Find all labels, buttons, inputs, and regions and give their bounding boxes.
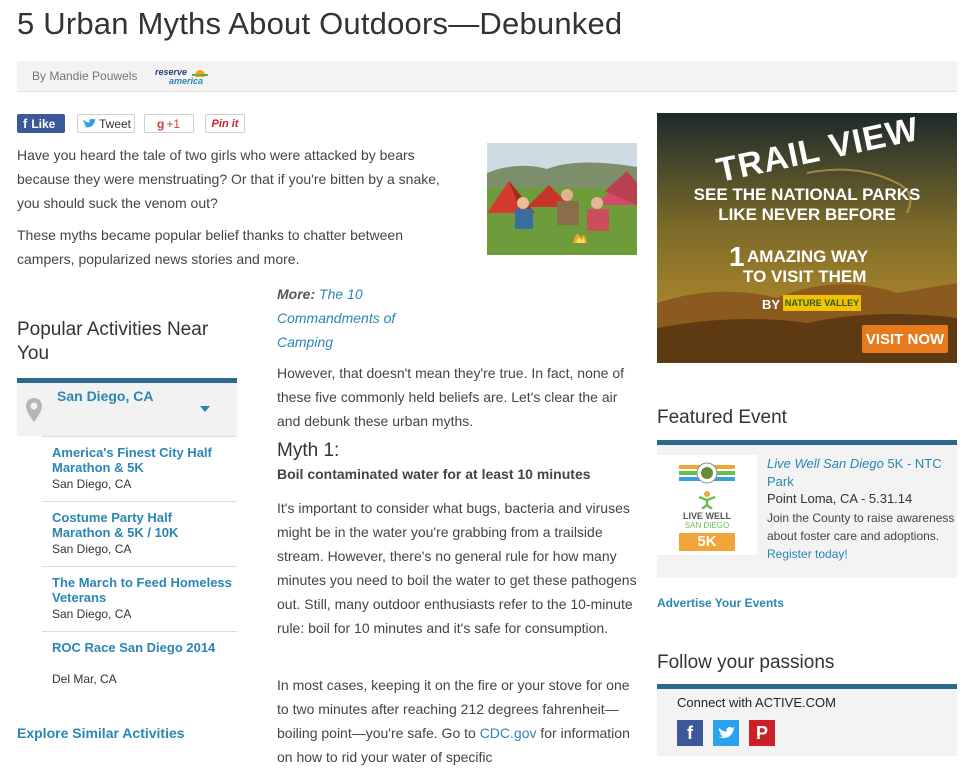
trail-view-ad[interactable]: TRAIL VIEW SEE THE NATIONAL PARKS LIKE N… xyxy=(657,113,957,363)
pinterest-icon[interactable]: P xyxy=(749,720,775,746)
facebook-like-button[interactable]: f Like xyxy=(17,114,65,133)
activity-name[interactable]: Costume Party Half Marathon & 5K / 10K xyxy=(52,510,232,540)
myth-1-heading: Myth 1: xyxy=(277,440,340,461)
featured-event-name[interactable]: Live Well San Diego 5K - NTC Park xyxy=(767,455,955,491)
nature-valley-logo: NATURE VALLEY xyxy=(783,295,861,311)
byline: By Mandie Pouwels xyxy=(32,69,138,83)
camping-photo xyxy=(487,143,637,255)
featured-event-description: Join the County to raise awareness about… xyxy=(767,509,955,563)
pin-label: Pin it xyxy=(211,117,239,130)
event-name-italic[interactable]: Live Well San Diego xyxy=(767,456,884,471)
activity-item[interactable]: The March to Feed Homeless Veterans San … xyxy=(42,566,237,631)
activity-list: America's Finest City Half Marathon & 5K… xyxy=(42,436,237,696)
activity-name[interactable]: ROC Race San Diego 2014 xyxy=(52,640,232,655)
logo-line-3: 5K xyxy=(679,533,735,551)
register-link[interactable]: Register today! xyxy=(767,547,848,561)
myth-1-subheading: Boil contaminated water for at least 10 … xyxy=(277,466,591,482)
activity-item[interactable]: America's Finest City Half Marathon & 5K… xyxy=(42,436,237,501)
explore-similar-link[interactable]: Explore Similar Activities xyxy=(17,725,185,741)
live-well-logo[interactable]: LIVE WELL SAN DIEGO 5K xyxy=(657,455,757,555)
chevron-down-icon[interactable] xyxy=(199,405,211,413)
logo-line-1: LIVE WELL xyxy=(683,511,731,521)
map-pin-icon xyxy=(26,398,42,422)
live-well-stripes xyxy=(679,462,735,484)
connect-label: Connect with ACTIVE.COM xyxy=(677,695,836,710)
visit-now-button[interactable]: VISIT NOW xyxy=(862,325,948,353)
intro-paragraph-1: Have you heard the tale of two girls who… xyxy=(17,147,440,211)
google-plus-icon: g xyxy=(157,116,165,131)
byline-bar: By Mandie Pouwels reserve america xyxy=(17,61,957,92)
activity-place: San Diego, CA xyxy=(52,542,132,556)
featured-event-title: Featured Event xyxy=(657,407,787,428)
logo-text-bottom: america xyxy=(169,76,204,86)
tweet-button[interactable]: Tweet xyxy=(77,114,135,133)
follow-title: Follow your passions xyxy=(657,652,835,673)
popular-activities-title: Popular Activities Near You xyxy=(17,319,209,364)
body-paragraph-5: In most cases, keeping it on the fire or… xyxy=(277,673,637,769)
gplus-label: +1 xyxy=(166,116,181,131)
google-plus-button[interactable]: g +1 xyxy=(144,114,194,133)
more-callout: More: The 10 Commandments of Camping xyxy=(277,282,427,354)
cdc-link[interactable]: CDC.gov xyxy=(480,725,537,741)
event-desc-text: Join the County to raise awareness about… xyxy=(767,511,955,543)
body-paragraph-3: However, that doesn't mean they're true.… xyxy=(277,365,624,429)
featured-event-meta: Point Loma, CA - 5.31.14 xyxy=(767,491,913,506)
advertise-events-link[interactable]: Advertise Your Events xyxy=(657,596,784,610)
logo-line-2: SAN DIEGO xyxy=(684,521,730,530)
location-selector[interactable]: San Diego, CA xyxy=(17,383,237,436)
activity-place: San Diego, CA xyxy=(52,477,132,491)
activity-place: Del Mar, CA xyxy=(52,672,117,686)
figure-icon xyxy=(698,491,716,509)
ad-line-2: LIKE NEVER BEFORE xyxy=(718,205,896,224)
sun-icon xyxy=(192,70,208,77)
more-label: More: xyxy=(277,286,316,302)
activity-name[interactable]: America's Finest City Half Marathon & 5K xyxy=(52,445,232,475)
ad-by: BY xyxy=(762,297,781,312)
page-title: 5 Urban Myths About Outdoors—Debunked xyxy=(17,6,623,41)
ad-line-3: AMAZING WAY xyxy=(747,247,869,266)
activity-item[interactable]: Costume Party Half Marathon & 5K / 10K S… xyxy=(42,501,237,566)
ad-line-1: SEE THE NATIONAL PARKS xyxy=(693,185,921,204)
pinterest-button[interactable]: Pin it xyxy=(205,114,245,133)
activity-name[interactable]: The March to Feed Homeless Veterans xyxy=(52,575,232,605)
activity-item[interactable]: ROC Race San Diego 2014 Del Mar, CA xyxy=(42,631,237,696)
reserve-america-logo[interactable]: reserve america xyxy=(155,65,211,87)
intro-paragraph-2: These myths became popular belief thanks… xyxy=(17,227,403,267)
tweet-label: Tweet xyxy=(99,116,132,131)
location-value: San Diego, CA xyxy=(57,388,154,404)
body-paragraph-4: It's important to consider what bugs, ba… xyxy=(277,500,637,636)
twitter-bird-icon xyxy=(83,118,96,128)
twitter-icon[interactable] xyxy=(713,720,739,746)
featured-event-card: LIVE WELL SAN DIEGO 5K Live Well San Die… xyxy=(657,445,957,578)
ad-line-4: TO VISIT THEM xyxy=(743,267,867,286)
facebook-icon[interactable]: f xyxy=(677,720,703,746)
like-label: Like xyxy=(31,116,56,131)
follow-box: Connect with ACTIVE.COM f P xyxy=(657,689,957,756)
facebook-icon: f xyxy=(23,116,28,131)
activity-place: San Diego, CA xyxy=(52,607,132,621)
